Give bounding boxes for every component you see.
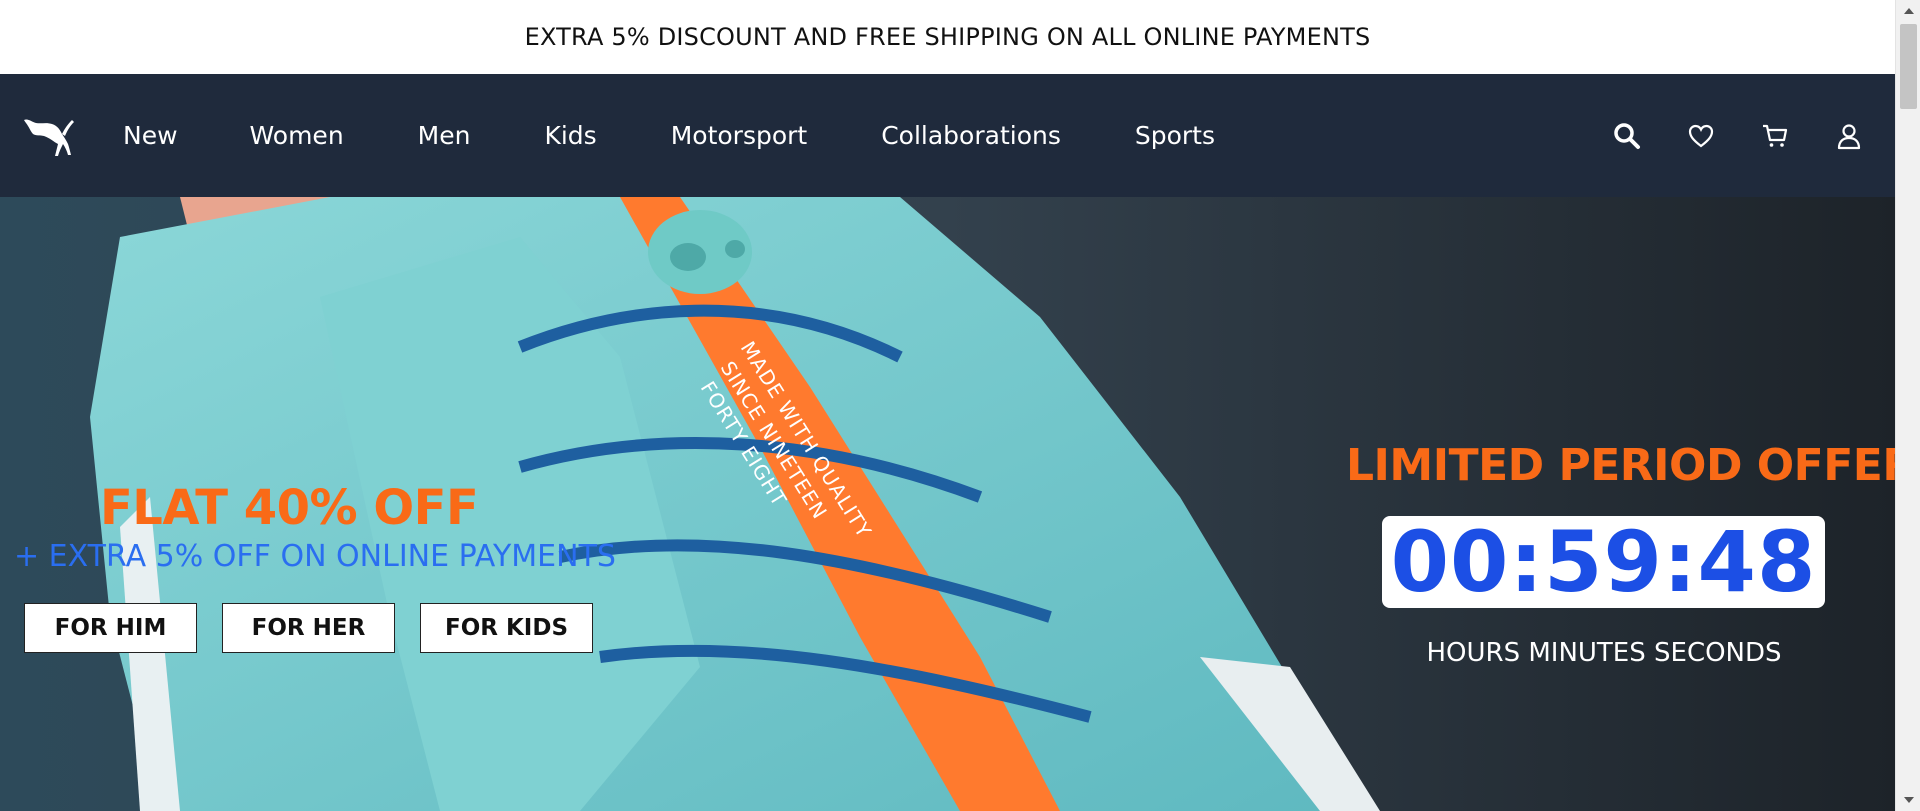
- nav-icons: [1569, 74, 1865, 197]
- user-icon[interactable]: [1833, 120, 1865, 152]
- countdown-labels: HOURS MINUTES SECONDS: [1426, 638, 1782, 668]
- for-her-button[interactable]: FOR HER: [222, 603, 395, 653]
- announcement-text: EXTRA 5% DISCOUNT AND FREE SHIPPING ON A…: [524, 23, 1371, 51]
- countdown-timer: 00:59:48: [1382, 516, 1825, 608]
- main-navigation: New Women Men Kids Motorsport Collaborat…: [0, 74, 1895, 197]
- nav-link-motorsport[interactable]: Motorsport: [671, 121, 808, 150]
- puma-logo-icon[interactable]: [22, 114, 76, 158]
- offer-title: LIMITED PERIOD OFFER: [1346, 440, 1895, 491]
- for-him-button[interactable]: FOR HIM: [24, 603, 197, 653]
- nav-link-sports[interactable]: Sports: [1135, 121, 1215, 150]
- cta-buttons: FOR HIM FOR HER FOR KIDS: [24, 603, 618, 653]
- vertical-scrollbar[interactable]: [1895, 0, 1920, 811]
- cart-icon[interactable]: [1759, 120, 1791, 152]
- nav-link-new[interactable]: New: [123, 121, 178, 150]
- nav-link-men[interactable]: Men: [418, 121, 471, 150]
- scroll-down-arrow-icon[interactable]: [1896, 791, 1920, 809]
- scrollbar-thumb[interactable]: [1900, 24, 1917, 109]
- nav-links: New Women Men Kids Motorsport Collaborat…: [123, 74, 1215, 197]
- countdown-value: 00:59:48: [1390, 513, 1817, 611]
- for-kids-button[interactable]: FOR KIDS: [420, 603, 593, 653]
- nav-link-women[interactable]: Women: [250, 121, 344, 150]
- heart-icon[interactable]: [1685, 120, 1717, 152]
- scroll-up-arrow-icon[interactable]: [1896, 2, 1920, 20]
- promo-title: FLAT 40% OFF: [100, 480, 479, 536]
- promo-subtitle: + EXTRA 5% OFF ON ONLINE PAYMENTS: [14, 539, 616, 574]
- nav-link-collaborations[interactable]: Collaborations: [881, 121, 1061, 150]
- nav-link-kids[interactable]: Kids: [544, 121, 596, 150]
- search-icon[interactable]: [1611, 120, 1643, 152]
- announcement-bar: EXTRA 5% DISCOUNT AND FREE SHIPPING ON A…: [0, 0, 1895, 74]
- hero-banner: MADE WITH QUALITY SINCE NINETEEN FORTY E…: [0, 197, 1895, 811]
- page: EXTRA 5% DISCOUNT AND FREE SHIPPING ON A…: [0, 0, 1895, 811]
